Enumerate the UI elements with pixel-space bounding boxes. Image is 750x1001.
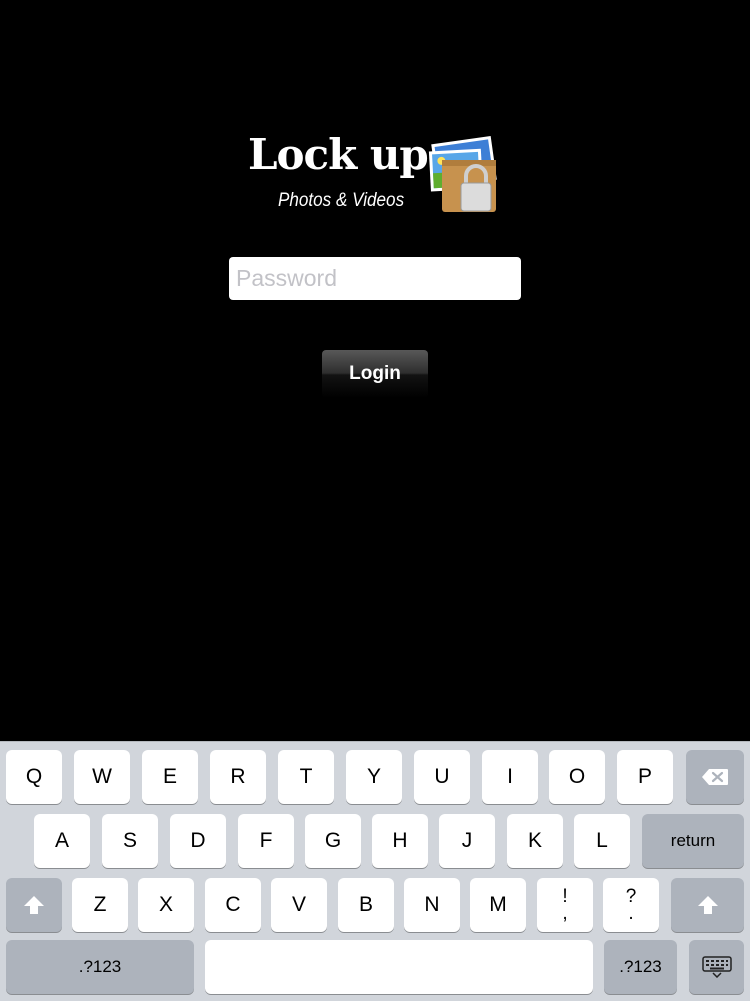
key-comma-label: , bbox=[562, 903, 568, 924]
shift-icon bbox=[697, 895, 719, 915]
shift-icon bbox=[23, 895, 45, 915]
key-w[interactable]: W bbox=[74, 750, 130, 804]
login-button[interactable]: Login bbox=[322, 350, 428, 398]
key-k[interactable]: K bbox=[507, 814, 563, 868]
backspace-key[interactable] bbox=[686, 750, 744, 804]
key-r[interactable]: R bbox=[210, 750, 266, 804]
key-t[interactable]: T bbox=[278, 750, 334, 804]
key-f[interactable]: F bbox=[238, 814, 294, 868]
key-n[interactable]: N bbox=[404, 878, 460, 932]
key-s[interactable]: S bbox=[102, 814, 158, 868]
app-logo-title: Lock up bbox=[248, 130, 429, 179]
numbers-key-left[interactable]: .?123 bbox=[6, 940, 194, 994]
key-g[interactable]: G bbox=[305, 814, 361, 868]
key-c[interactable]: C bbox=[205, 878, 261, 932]
key-z[interactable]: Z bbox=[72, 878, 128, 932]
key-q[interactable]: Q bbox=[6, 750, 62, 804]
key-i[interactable]: I bbox=[482, 750, 538, 804]
key-p[interactable]: P bbox=[617, 750, 673, 804]
key-question-period[interactable]: ? . bbox=[603, 878, 659, 932]
numbers-key-right[interactable]: .?123 bbox=[604, 940, 677, 994]
shift-key-left[interactable] bbox=[6, 878, 62, 932]
app-logo-subtitle: Photos & Videos bbox=[278, 190, 405, 211]
key-d[interactable]: D bbox=[170, 814, 226, 868]
key-x[interactable]: X bbox=[138, 878, 194, 932]
dismiss-keyboard-key[interactable] bbox=[689, 940, 744, 994]
key-h[interactable]: H bbox=[372, 814, 428, 868]
key-y[interactable]: Y bbox=[346, 750, 402, 804]
return-key[interactable]: return bbox=[642, 814, 744, 868]
backspace-icon bbox=[701, 768, 729, 786]
keyboard-dismiss-icon bbox=[701, 956, 732, 978]
key-v[interactable]: V bbox=[271, 878, 327, 932]
key-o[interactable]: O bbox=[549, 750, 605, 804]
key-l[interactable]: L bbox=[574, 814, 630, 868]
key-u[interactable]: U bbox=[414, 750, 470, 804]
key-m[interactable]: M bbox=[470, 878, 526, 932]
key-j[interactable]: J bbox=[439, 814, 495, 868]
key-b[interactable]: B bbox=[338, 878, 394, 932]
key-e[interactable]: E bbox=[142, 750, 198, 804]
onscreen-keyboard: Q W E R T Y U I O P A S D F G H J K L re… bbox=[0, 741, 750, 1001]
key-a[interactable]: A bbox=[34, 814, 90, 868]
space-key[interactable] bbox=[205, 940, 593, 994]
photos-padlock-icon bbox=[428, 132, 500, 216]
key-exclaim-comma[interactable]: ! , bbox=[537, 878, 593, 932]
shift-key-right[interactable] bbox=[671, 878, 744, 932]
password-input[interactable] bbox=[229, 257, 521, 300]
key-period-label: . bbox=[628, 903, 634, 924]
